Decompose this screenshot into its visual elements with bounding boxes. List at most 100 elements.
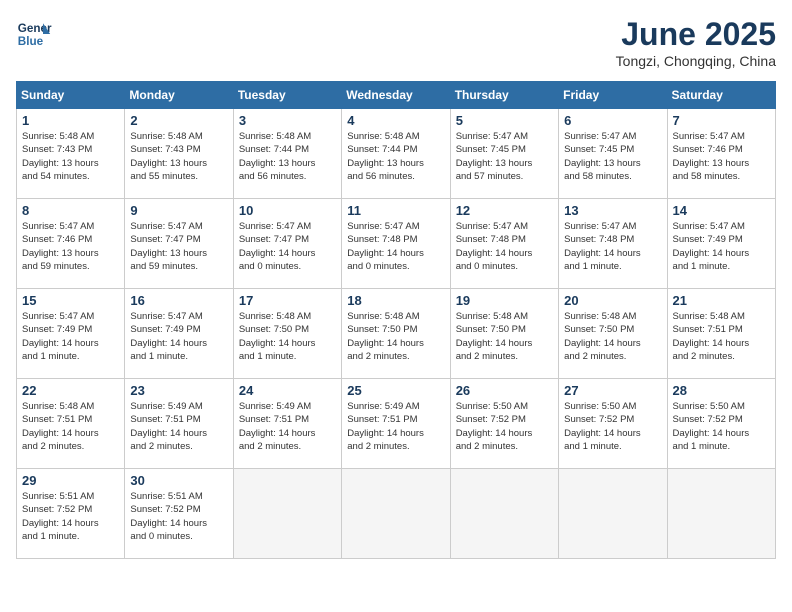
day-number: 15 <box>22 293 119 308</box>
day-info: Sunrise: 5:47 AM Sunset: 7:49 PM Dayligh… <box>673 220 770 273</box>
day-info: Sunrise: 5:47 AM Sunset: 7:45 PM Dayligh… <box>564 130 661 183</box>
calendar-cell: 19 Sunrise: 5:48 AM Sunset: 7:50 PM Dayli… <box>450 289 558 379</box>
day-info: Sunrise: 5:50 AM Sunset: 7:52 PM Dayligh… <box>673 400 770 453</box>
day-number: 8 <box>22 203 119 218</box>
column-header-wednesday: Wednesday <box>342 82 450 109</box>
day-number: 13 <box>564 203 661 218</box>
day-info: Sunrise: 5:51 AM Sunset: 7:52 PM Dayligh… <box>130 490 227 543</box>
day-number: 24 <box>239 383 336 398</box>
column-header-friday: Friday <box>559 82 667 109</box>
logo-icon: General Blue <box>16 16 52 52</box>
logo: General Blue <box>16 16 52 52</box>
month-title: June 2025 <box>616 16 776 53</box>
day-info: Sunrise: 5:48 AM Sunset: 7:44 PM Dayligh… <box>347 130 444 183</box>
calendar-cell: 9 Sunrise: 5:47 AM Sunset: 7:47 PM Daylig… <box>125 199 233 289</box>
calendar-cell: 24 Sunrise: 5:49 AM Sunset: 7:51 PM Dayli… <box>233 379 341 469</box>
calendar-cell: 7 Sunrise: 5:47 AM Sunset: 7:46 PM Daylig… <box>667 109 775 199</box>
calendar-cell <box>450 469 558 559</box>
calendar-week-4: 22Sunrise: 5:48 AM Sunset: 7:51 PM Dayli… <box>17 379 776 469</box>
day-info: Sunrise: 5:50 AM Sunset: 7:52 PM Dayligh… <box>564 400 661 453</box>
column-header-thursday: Thursday <box>450 82 558 109</box>
calendar-cell: 13 Sunrise: 5:47 AM Sunset: 7:48 PM Dayli… <box>559 199 667 289</box>
day-info: Sunrise: 5:49 AM Sunset: 7:51 PM Dayligh… <box>130 400 227 453</box>
calendar-cell: 28 Sunrise: 5:50 AM Sunset: 7:52 PM Dayli… <box>667 379 775 469</box>
calendar-cell: 23 Sunrise: 5:49 AM Sunset: 7:51 PM Dayli… <box>125 379 233 469</box>
day-number: 6 <box>564 113 661 128</box>
column-header-tuesday: Tuesday <box>233 82 341 109</box>
calendar-cell: 15 Sunrise: 5:47 AM Sunset: 7:49 PM Dayli… <box>17 289 125 379</box>
calendar-cell: 6 Sunrise: 5:47 AM Sunset: 7:45 PM Daylig… <box>559 109 667 199</box>
day-info: Sunrise: 5:49 AM Sunset: 7:51 PM Dayligh… <box>347 400 444 453</box>
column-header-saturday: Saturday <box>667 82 775 109</box>
calendar-cell: 21 Sunrise: 5:48 AM Sunset: 7:51 PM Dayli… <box>667 289 775 379</box>
day-number: 12 <box>456 203 553 218</box>
calendar-cell <box>342 469 450 559</box>
day-info: Sunrise: 5:48 AM Sunset: 7:50 PM Dayligh… <box>564 310 661 363</box>
day-info: Sunrise: 5:51 AM Sunset: 7:52 PM Dayligh… <box>22 490 119 543</box>
day-info: Sunrise: 5:49 AM Sunset: 7:51 PM Dayligh… <box>239 400 336 453</box>
calendar-table: SundayMondayTuesdayWednesdayThursdayFrid… <box>16 81 776 559</box>
day-info: Sunrise: 5:48 AM Sunset: 7:50 PM Dayligh… <box>239 310 336 363</box>
day-number: 3 <box>239 113 336 128</box>
day-info: Sunrise: 5:47 AM Sunset: 7:48 PM Dayligh… <box>564 220 661 273</box>
day-info: Sunrise: 5:48 AM Sunset: 7:51 PM Dayligh… <box>673 310 770 363</box>
day-number: 23 <box>130 383 227 398</box>
day-info: Sunrise: 5:47 AM Sunset: 7:46 PM Dayligh… <box>673 130 770 183</box>
day-number: 20 <box>564 293 661 308</box>
day-number: 22 <box>22 383 119 398</box>
calendar-cell: 30 Sunrise: 5:51 AM Sunset: 7:52 PM Dayli… <box>125 469 233 559</box>
calendar-week-5: 29 Sunrise: 5:51 AM Sunset: 7:52 PM Dayli… <box>17 469 776 559</box>
calendar-cell: 22Sunrise: 5:48 AM Sunset: 7:51 PM Dayli… <box>17 379 125 469</box>
day-number: 16 <box>130 293 227 308</box>
day-number: 2 <box>130 113 227 128</box>
day-info: Sunrise: 5:50 AM Sunset: 7:52 PM Dayligh… <box>456 400 553 453</box>
day-number: 1 <box>22 113 119 128</box>
calendar-cell: 11Sunrise: 5:47 AM Sunset: 7:48 PM Dayli… <box>342 199 450 289</box>
column-header-monday: Monday <box>125 82 233 109</box>
day-info: Sunrise: 5:48 AM Sunset: 7:43 PM Dayligh… <box>22 130 119 183</box>
title-block: June 2025 Tongzi, Chongqing, China <box>616 16 776 69</box>
day-number: 14 <box>673 203 770 218</box>
day-info: Sunrise: 5:48 AM Sunset: 7:50 PM Dayligh… <box>456 310 553 363</box>
calendar-cell <box>559 469 667 559</box>
day-number: 18 <box>347 293 444 308</box>
column-header-sunday: Sunday <box>17 82 125 109</box>
calendar-cell: 25Sunrise: 5:49 AM Sunset: 7:51 PM Dayli… <box>342 379 450 469</box>
day-number: 28 <box>673 383 770 398</box>
day-number: 7 <box>673 113 770 128</box>
calendar-week-3: 15 Sunrise: 5:47 AM Sunset: 7:49 PM Dayli… <box>17 289 776 379</box>
day-info: Sunrise: 5:48 AM Sunset: 7:44 PM Dayligh… <box>239 130 336 183</box>
day-number: 10 <box>239 203 336 218</box>
day-number: 30 <box>130 473 227 488</box>
calendar-cell: 17 Sunrise: 5:48 AM Sunset: 7:50 PM Dayli… <box>233 289 341 379</box>
svg-text:Blue: Blue <box>18 35 44 48</box>
day-info: Sunrise: 5:47 AM Sunset: 7:47 PM Dayligh… <box>130 220 227 273</box>
location: Tongzi, Chongqing, China <box>616 53 776 69</box>
day-info: Sunrise: 5:48 AM Sunset: 7:43 PM Dayligh… <box>130 130 227 183</box>
day-number: 4 <box>347 113 444 128</box>
day-number: 9 <box>130 203 227 218</box>
day-info: Sunrise: 5:48 AM Sunset: 7:50 PM Dayligh… <box>347 310 444 363</box>
day-number: 21 <box>673 293 770 308</box>
calendar-cell: 2 Sunrise: 5:48 AM Sunset: 7:43 PM Daylig… <box>125 109 233 199</box>
calendar-cell: 26Sunrise: 5:50 AM Sunset: 7:52 PM Dayli… <box>450 379 558 469</box>
calendar-cell: 4 Sunrise: 5:48 AM Sunset: 7:44 PM Daylig… <box>342 109 450 199</box>
day-number: 29 <box>22 473 119 488</box>
day-info: Sunrise: 5:47 AM Sunset: 7:48 PM Dayligh… <box>456 220 553 273</box>
calendar-cell: 18 Sunrise: 5:48 AM Sunset: 7:50 PM Dayli… <box>342 289 450 379</box>
calendar-cell <box>667 469 775 559</box>
calendar-week-1: 1 Sunrise: 5:48 AM Sunset: 7:43 PM Daylig… <box>17 109 776 199</box>
day-info: Sunrise: 5:47 AM Sunset: 7:48 PM Dayligh… <box>347 220 444 273</box>
day-info: Sunrise: 5:47 AM Sunset: 7:46 PM Dayligh… <box>22 220 119 273</box>
day-info: Sunrise: 5:47 AM Sunset: 7:45 PM Dayligh… <box>456 130 553 183</box>
calendar-cell: 16Sunrise: 5:47 AM Sunset: 7:49 PM Dayli… <box>125 289 233 379</box>
calendar-cell: 10 Sunrise: 5:47 AM Sunset: 7:47 PM Dayli… <box>233 199 341 289</box>
calendar-cell: 1 Sunrise: 5:48 AM Sunset: 7:43 PM Daylig… <box>17 109 125 199</box>
day-number: 19 <box>456 293 553 308</box>
calendar-header-row: SundayMondayTuesdayWednesdayThursdayFrid… <box>17 82 776 109</box>
day-number: 17 <box>239 293 336 308</box>
day-info: Sunrise: 5:47 AM Sunset: 7:47 PM Dayligh… <box>239 220 336 273</box>
calendar-cell <box>233 469 341 559</box>
calendar-cell: 14 Sunrise: 5:47 AM Sunset: 7:49 PM Dayli… <box>667 199 775 289</box>
day-info: Sunrise: 5:47 AM Sunset: 7:49 PM Dayligh… <box>22 310 119 363</box>
